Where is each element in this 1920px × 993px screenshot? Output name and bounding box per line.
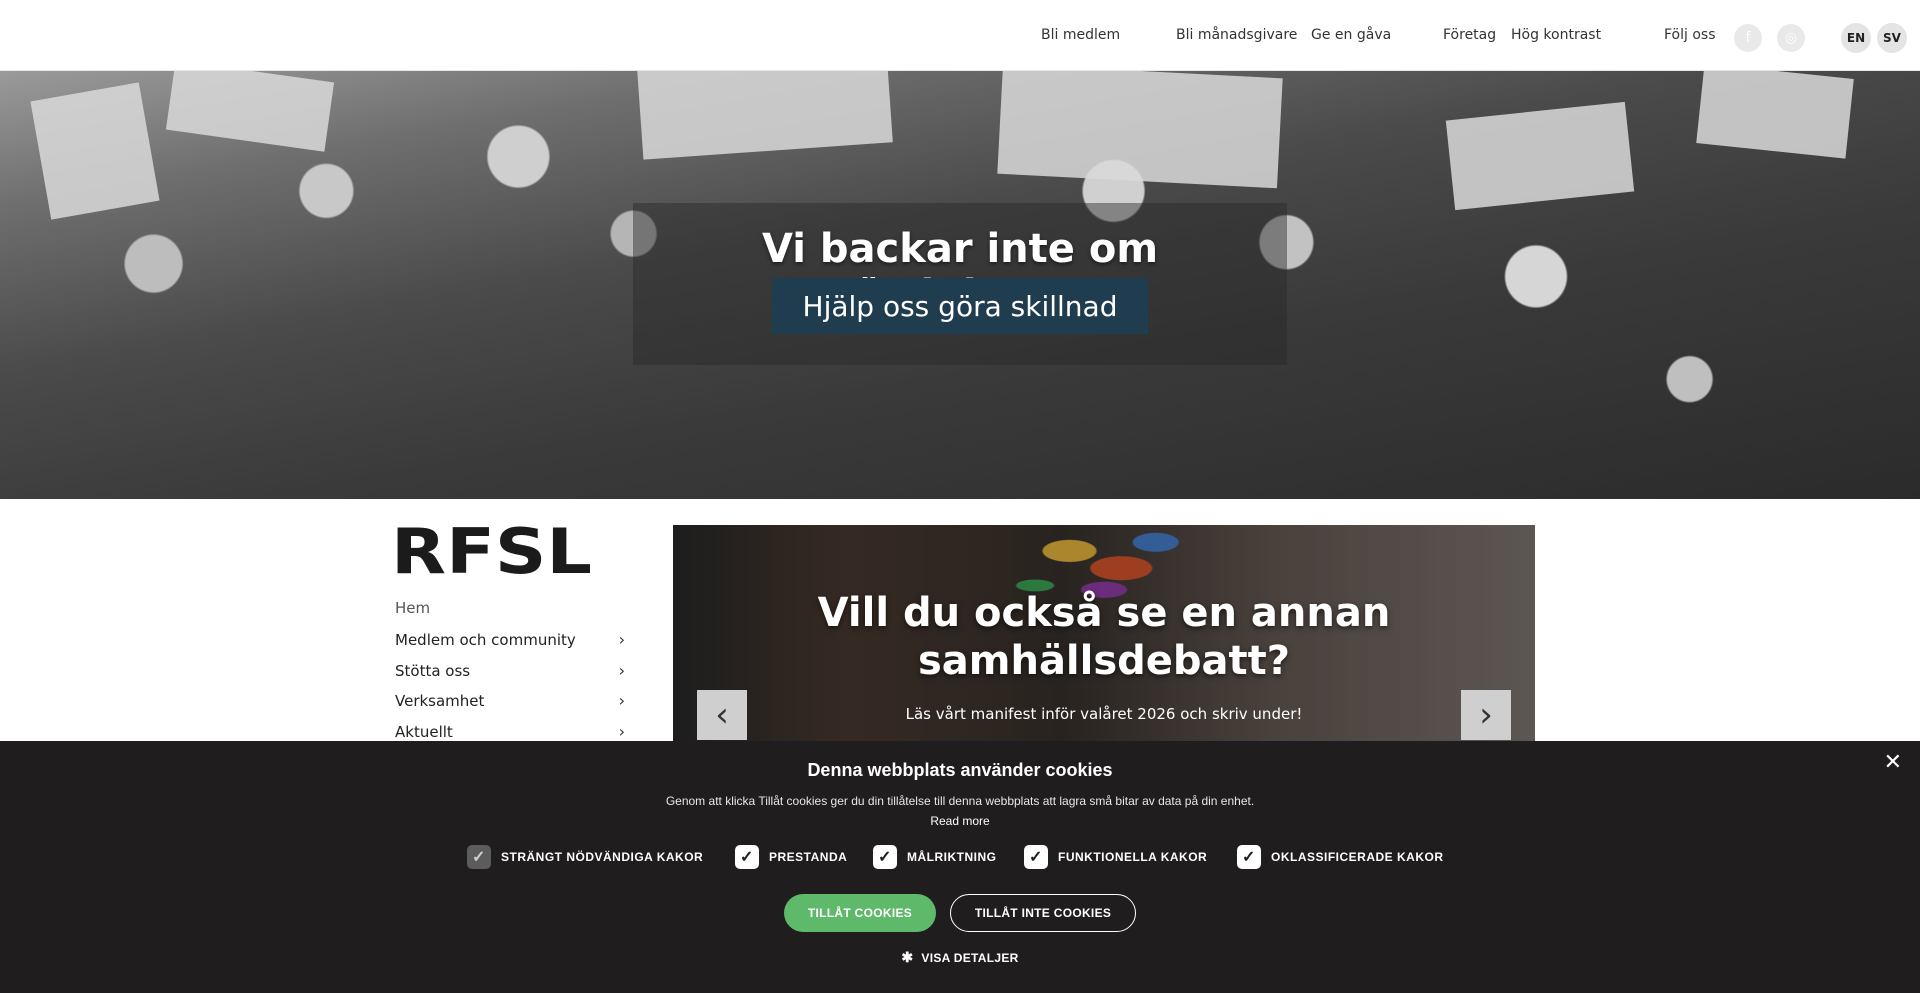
top-bar: Bli medlem Bli månadsgivare Ge en gåva F… [0,0,1920,71]
chevron-right-icon[interactable]: › [619,630,625,649]
checkbox-checked-icon: ✓ [467,845,491,869]
cookie-banner: ✕ Denna webbplats använder cookies Genom… [0,741,1920,993]
cookie-option-targeting[interactable]: ✓ MÅLRIKTNING [873,845,997,869]
nav-item-stotta-oss[interactable]: Stötta oss › [395,661,625,680]
nav-item-label: Hem [395,599,431,617]
hero-photo-sign [637,71,893,160]
nav-item-verksamhet[interactable]: Verksamhet › [395,691,625,710]
link-bli-medlem[interactable]: Bli medlem [1041,27,1120,43]
nav-item-label: Aktuellt [395,722,453,741]
cookie-option-functional[interactable]: ✓ FUNKTIONELLA KAKOR [1024,845,1207,869]
cookie-text: Genom att klicka Tillåt cookies ger du d… [665,794,1255,808]
hero-banner: Vi backar inte om rättigheter Hjälp oss … [0,71,1920,499]
nav-item-aktuellt[interactable]: Aktuellt › [395,722,625,741]
hero-photo-sign [997,71,1283,189]
hero-photo-sign [1696,71,1854,159]
cookie-option-performance[interactable]: ✓ PRESTANDA [735,845,847,869]
instagram-icon[interactable]: ◎ [1777,24,1805,52]
hero-photo-sign [165,71,335,152]
chevron-right-icon: › [1479,695,1493,735]
checkbox-checked-icon[interactable]: ✓ [735,845,759,869]
slider-next-button[interactable]: › [1461,690,1511,740]
language-en[interactable]: EN [1841,23,1871,53]
nav-item-label: Medlem och community [395,630,576,649]
rfsl-logo-mark: RFSL [391,515,592,588]
rfsl-logo[interactable]: RFSL [391,515,592,588]
checkbox-checked-icon[interactable]: ✓ [873,845,897,869]
link-hog-kontrast[interactable]: Hög kontrast [1511,27,1601,43]
hero-photo-sign [1445,101,1635,211]
language-sv[interactable]: SV [1877,23,1907,53]
link-bli-manadsgivare[interactable]: Bli månadsgivare [1176,27,1297,43]
cookie-option-unclassified[interactable]: ✓ OKLASSIFICERADE KAKOR [1237,845,1444,869]
deny-cookies-button[interactable]: TILLÅT INTE COOKIES [950,894,1136,932]
link-ge-en-gava[interactable]: Ge en gåva [1311,27,1391,43]
cookie-option-label: MÅLRIKTNING [907,850,997,864]
content-slider: Vill du också se en annan samhällsdebatt… [673,525,1535,741]
allow-cookies-button[interactable]: TILLÅT COOKIES [784,894,936,932]
nav-item-hem[interactable]: Hem [395,599,625,617]
link-foretag[interactable]: Företag [1443,27,1496,43]
cookie-title: Denna webbplats använder cookies [807,760,1113,780]
chevron-right-icon[interactable]: › [619,722,625,741]
read-more-link[interactable]: Read more [930,814,989,828]
cookie-description: Genom att klicka Tillåt cookies ger du d… [660,791,1260,831]
gear-icon: ✱ [901,949,914,965]
cookie-option-label: FUNKTIONELLA KAKOR [1058,850,1208,864]
cookie-option-label: STRÄNGT NÖDVÄNDIGA KAKOR [501,850,704,864]
checkbox-checked-icon[interactable]: ✓ [1237,845,1261,869]
facebook-icon[interactable]: f [1734,24,1762,52]
slide-subtitle: Läs vårt manifest inför valåret 2026 och… [905,705,1303,723]
show-details-link[interactable]: ✱ VISA DETALJER [0,949,1920,966]
nav-item-medlem-och-community[interactable]: Medlem och community › [395,630,625,649]
chevron-right-icon[interactable]: › [619,691,625,710]
svg-text:RFSL: RFSL [391,525,592,577]
follow-us-label: Följ oss [1664,27,1716,43]
hero-cta-button[interactable]: Hjälp oss göra skillnad [772,278,1148,334]
slider-prev-button[interactable]: ‹ [697,690,747,740]
checkbox-checked-icon[interactable]: ✓ [1024,845,1048,869]
nav-item-label: Verksamhet [395,691,485,710]
slide-title: Vill du också se en annan samhällsdebatt… [817,590,1391,684]
chevron-left-icon: ‹ [715,695,729,735]
chevron-right-icon[interactable]: › [619,661,625,680]
cookie-option-label: OKLASSIFICERADE KAKOR [1271,850,1444,864]
show-details-label: VISA DETALJER [921,950,1019,965]
cookie-option-label: PRESTANDA [769,850,848,864]
cookie-option-strictly-necessary: ✓ STRÄNGT NÖDVÄNDIGA KAKOR [467,845,703,869]
hero-photo-sign [30,82,160,220]
nav-item-label: Stötta oss [395,661,471,680]
